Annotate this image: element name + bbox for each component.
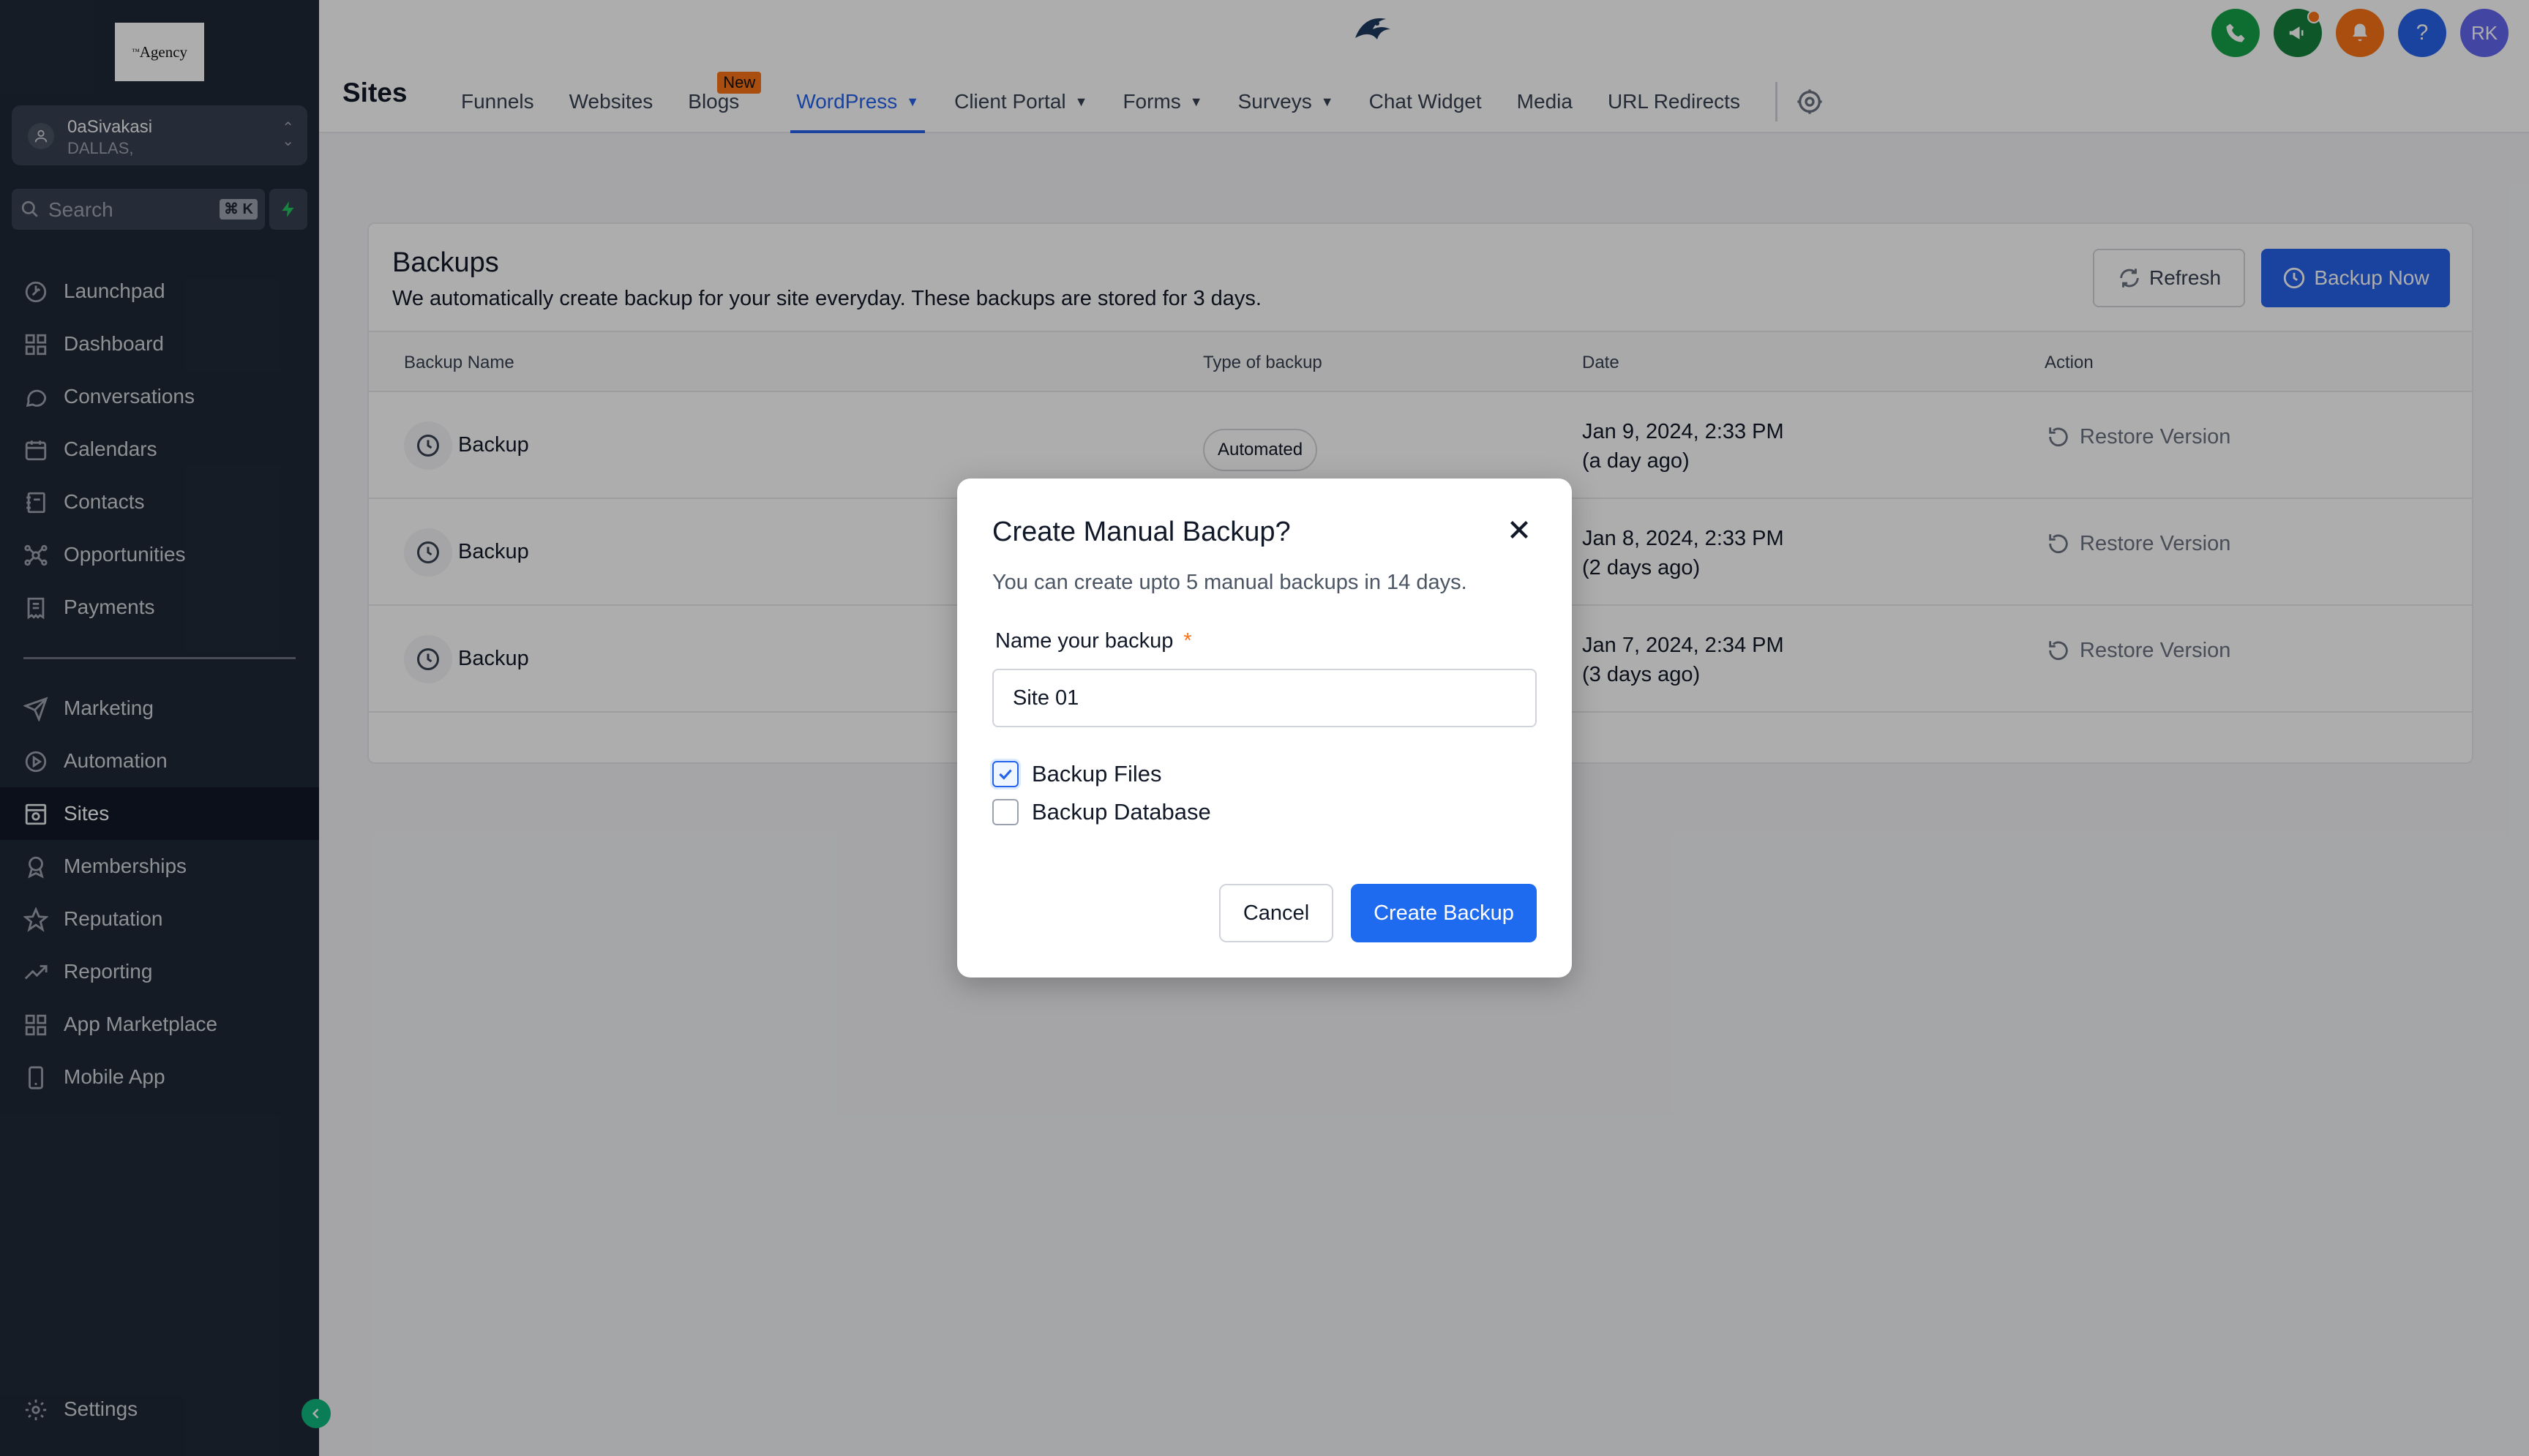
required-asterisk: *	[1183, 629, 1192, 653]
close-icon[interactable]	[1506, 517, 1532, 543]
backup-name-input[interactable]	[992, 669, 1537, 727]
backup-files-option[interactable]: Backup Files	[992, 761, 1161, 787]
checkbox-label: Backup Database	[1032, 799, 1211, 825]
backup-database-checkbox[interactable]	[992, 799, 1019, 825]
backup-name-label: Name your backup *	[995, 629, 1192, 653]
cancel-button[interactable]: Cancel	[1219, 884, 1333, 942]
dialog-title: Create Manual Backup?	[992, 517, 1291, 547]
create-backup-dialog: Create Manual Backup? You can create upt…	[957, 479, 1572, 977]
label-text: Name your backup	[995, 629, 1174, 653]
dialog-description: You can create upto 5 manual backups in …	[992, 571, 1467, 594]
checkbox-label: Backup Files	[1032, 761, 1162, 787]
checkmark-icon	[999, 769, 1012, 780]
create-backup-button[interactable]: Create Backup	[1351, 884, 1537, 942]
backup-database-option[interactable]: Backup Database	[992, 799, 1211, 825]
backup-files-checkbox[interactable]	[992, 761, 1019, 787]
